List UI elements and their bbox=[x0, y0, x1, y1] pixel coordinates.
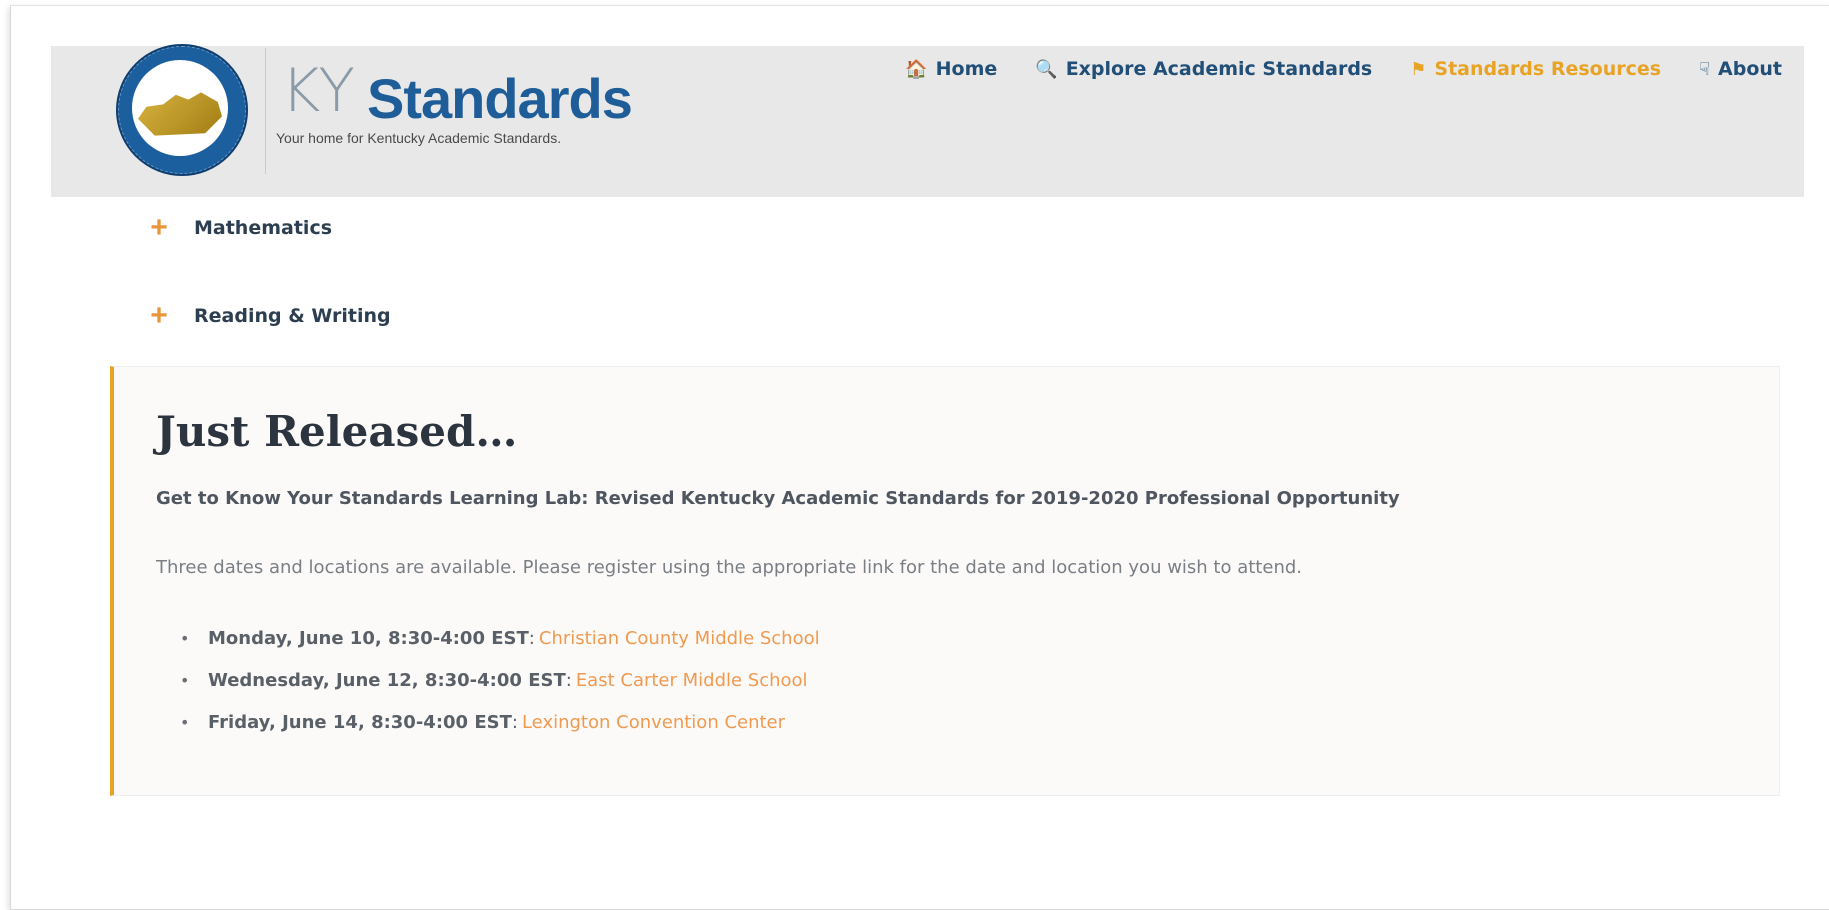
list-item: • Friday, June 14, 8:30-4:00 EST : Lexin… bbox=[156, 701, 820, 743]
brand-divider bbox=[265, 48, 266, 174]
session-list: • Monday, June 10, 8:30-4:00 EST : Chris… bbox=[156, 617, 820, 743]
bullet-icon: • bbox=[180, 712, 190, 732]
nav-home-label: Home bbox=[935, 58, 998, 80]
plus-icon: + bbox=[150, 211, 168, 244]
bullet-icon: • bbox=[180, 670, 190, 690]
site-header: KY Standards Your home for Kentucky Acad… bbox=[51, 44, 1804, 197]
kentucky-map-icon bbox=[138, 92, 222, 136]
release-description: Three dates and locations are available.… bbox=[156, 557, 1302, 578]
nav-about[interactable]: ☟ About bbox=[1699, 58, 1782, 80]
session-date: Monday, June 10, 8:30-4:00 EST bbox=[208, 627, 529, 649]
main-nav: 🏠 Home 🔍 Explore Academic Standards ⚑ St… bbox=[905, 58, 1782, 80]
plus-icon: + bbox=[150, 299, 168, 332]
session-separator: : bbox=[511, 711, 518, 733]
session-location-link[interactable]: Lexington Convention Center bbox=[522, 712, 785, 733]
release-subtitle: Get to Know Your Standards Learning Lab:… bbox=[156, 488, 1400, 509]
brand-ky[interactable]: KY bbox=[281, 56, 355, 126]
brand-tagline: Your home for Kentucky Academic Standard… bbox=[276, 130, 562, 146]
home-icon: 🏠 bbox=[905, 58, 928, 80]
nav-about-label: About bbox=[1718, 58, 1782, 80]
magnifier-icon: 🔍 bbox=[1035, 58, 1058, 80]
session-separator: : bbox=[565, 669, 572, 691]
session-location-link[interactable]: East Carter Middle School bbox=[576, 670, 808, 691]
accordion-label: Mathematics bbox=[194, 217, 333, 239]
nav-explore-label: Explore Academic Standards bbox=[1065, 58, 1373, 80]
release-title: Just Released… bbox=[156, 407, 518, 456]
bullet-icon: • bbox=[180, 628, 190, 648]
torch-icon: ⚑ bbox=[1410, 58, 1427, 80]
accordion-mathematics[interactable]: + Mathematics bbox=[148, 213, 332, 243]
accordion-label: Reading & Writing bbox=[194, 305, 391, 327]
thumbs-icon: ☟ bbox=[1699, 58, 1711, 80]
accordion-reading-writing[interactable]: + Reading & Writing bbox=[148, 299, 391, 332]
nav-explore-standards[interactable]: 🔍 Explore Academic Standards bbox=[1035, 58, 1372, 80]
list-item: • Monday, June 10, 8:30-4:00 EST : Chris… bbox=[156, 617, 820, 659]
just-released-panel: Just Released… Get to Know Your Standard… bbox=[110, 366, 1780, 796]
kde-seal-logo[interactable] bbox=[116, 44, 248, 176]
nav-home[interactable]: 🏠 Home bbox=[905, 58, 997, 80]
brand-standards[interactable]: Standards bbox=[367, 64, 633, 134]
nav-standards-resources[interactable]: ⚑ Standards Resources bbox=[1410, 58, 1661, 80]
list-item: • Wednesday, June 12, 8:30-4:00 EST : Ea… bbox=[156, 659, 820, 701]
nav-resources-label: Standards Resources bbox=[1434, 58, 1662, 80]
session-location-link[interactable]: Christian County Middle School bbox=[539, 628, 820, 649]
session-date: Wednesday, June 12, 8:30-4:00 EST bbox=[208, 669, 566, 691]
session-separator: : bbox=[528, 627, 535, 649]
session-date: Friday, June 14, 8:30-4:00 EST bbox=[208, 711, 512, 733]
seal-center bbox=[132, 60, 228, 156]
